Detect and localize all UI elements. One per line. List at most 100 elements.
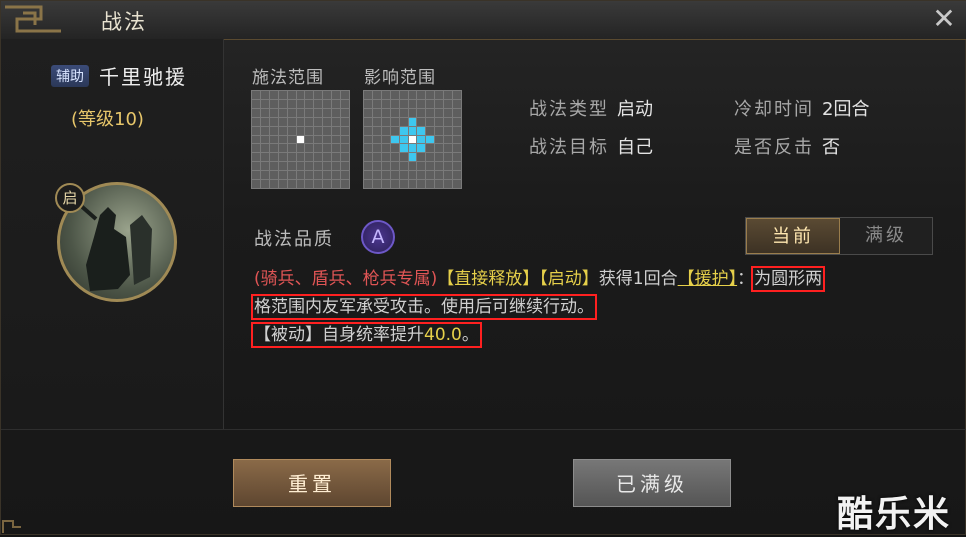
level-toggle: 当前 满级 <box>745 217 933 255</box>
grid-cell <box>287 171 296 180</box>
grid-cell <box>287 135 296 144</box>
grid-cell <box>444 135 453 144</box>
grid-cell <box>444 180 453 188</box>
grid-cell <box>364 117 372 126</box>
passive-tag: 【被动】 <box>254 325 322 345</box>
grid-cell <box>372 108 381 117</box>
reset-button[interactable]: 重置 <box>233 459 391 507</box>
grid-cell <box>435 135 444 144</box>
grid-cell <box>260 180 269 188</box>
grid-cell <box>364 108 372 117</box>
grid-cell <box>341 135 349 144</box>
grid-cell <box>381 171 390 180</box>
effect-range-grid <box>363 90 462 189</box>
grid-cell <box>341 91 349 99</box>
grid-cell <box>417 126 426 135</box>
grid-cell <box>305 144 314 153</box>
grid-cell <box>252 180 260 188</box>
counter-row: 是否反击否 <box>734 133 840 159</box>
grid-cell <box>323 162 332 171</box>
grid-cell <box>332 117 341 126</box>
grid-cell <box>417 153 426 162</box>
colon: ： <box>737 269 755 289</box>
grid-cell <box>332 180 341 188</box>
grid-cell <box>444 171 453 180</box>
grid-cell <box>314 162 323 171</box>
grid-cell <box>341 153 349 162</box>
grid-cell <box>341 117 349 126</box>
gain-text: 获得1回合 <box>598 269 678 289</box>
active-skill-badge: 启 <box>55 183 85 213</box>
grid-cell <box>260 162 269 171</box>
grid-cell <box>453 126 461 135</box>
grid-cell <box>296 162 305 171</box>
grid-cell <box>287 144 296 153</box>
grid-cell <box>252 99 260 108</box>
passive-text: 自身统率提升 <box>322 325 424 345</box>
grid-cell <box>417 135 426 144</box>
grid-cell <box>390 171 399 180</box>
grid-cell <box>390 99 399 108</box>
grid-cell <box>341 162 349 171</box>
grid-cell <box>426 108 435 117</box>
tab-current[interactable]: 当前 <box>746 218 840 254</box>
grid-cell <box>252 108 260 117</box>
grid-cell <box>453 99 461 108</box>
grid-cell <box>453 144 461 153</box>
grid-cell <box>305 135 314 144</box>
skill-target-key: 战法目标 <box>529 137 609 158</box>
grid-cell <box>269 108 278 117</box>
grid-cell <box>372 91 381 99</box>
assist-link[interactable]: 【援护】 <box>678 269 738 289</box>
grid-cell <box>323 171 332 180</box>
grid-cell <box>435 153 444 162</box>
grid-cell <box>287 126 296 135</box>
grid-cell <box>287 91 296 99</box>
grid-cell <box>278 91 287 99</box>
grid-cell <box>390 108 399 117</box>
grid-cell <box>444 126 453 135</box>
grid-cell <box>260 99 269 108</box>
grid-cell <box>252 135 260 144</box>
cooldown-key: 冷却时间 <box>734 99 814 120</box>
tab-max-level[interactable]: 满级 <box>840 218 932 254</box>
grid-cell <box>408 91 417 99</box>
quality-label: 战法品质 <box>254 229 334 250</box>
grid-cell <box>453 180 461 188</box>
grid-cell <box>260 126 269 135</box>
grid-cell <box>426 180 435 188</box>
grid-cell <box>341 180 349 188</box>
grid-cell <box>444 153 453 162</box>
grid-cell <box>269 144 278 153</box>
maxed-button[interactable]: 已满级 <box>573 459 731 507</box>
grid-cell <box>278 108 287 117</box>
grid-cell <box>399 108 408 117</box>
grid-cell <box>269 162 278 171</box>
grid-cell <box>278 162 287 171</box>
grid-cell <box>372 153 381 162</box>
grid-cell <box>390 180 399 188</box>
grid-cell <box>453 117 461 126</box>
grid-cell <box>296 144 305 153</box>
grid-cell <box>426 117 435 126</box>
grid-cell <box>269 117 278 126</box>
close-icon[interactable]: ✕ <box>929 4 959 34</box>
grid-cell <box>435 126 444 135</box>
grid-cell <box>372 171 381 180</box>
grid-cell <box>364 91 372 99</box>
description-line-2: 格范围内友军承受攻击。使用后可继续行动。 <box>251 293 944 321</box>
grid-cell <box>408 135 417 144</box>
grid-cell <box>314 171 323 180</box>
grid-cell <box>399 99 408 108</box>
grid-cell <box>341 126 349 135</box>
grid-cell <box>435 108 444 117</box>
grid-cell <box>364 99 372 108</box>
grid-cell <box>381 144 390 153</box>
grid-cell <box>305 126 314 135</box>
skill-type-key: 战法类型 <box>529 99 609 120</box>
grid-cell <box>341 99 349 108</box>
tag-active: 【启动】 <box>539 269 599 289</box>
grid-cell <box>314 99 323 108</box>
grid-cell <box>341 144 349 153</box>
grid-cell <box>341 171 349 180</box>
